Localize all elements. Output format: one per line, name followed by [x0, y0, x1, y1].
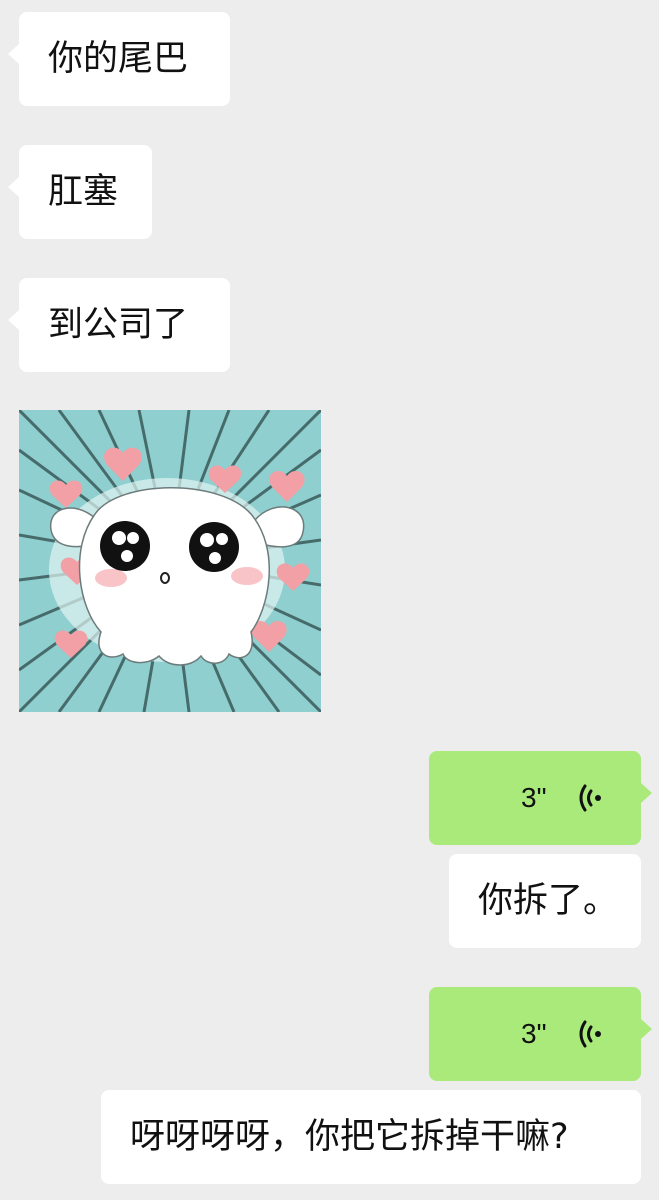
incoming-message-bubble[interactable]: 你的尾巴: [8, 12, 230, 106]
message-text: 到公司了: [48, 304, 189, 345]
cute-cat-sticker[interactable]: [19, 410, 321, 712]
message-text: 肛塞: [48, 171, 119, 212]
cat-sticker-image: [19, 410, 321, 712]
outgoing-message-bubble[interactable]: 呀呀呀呀，你把它拆掉干嘛?: [101, 1090, 641, 1184]
message-text: 你的尾巴: [48, 38, 189, 79]
voice-message-bubble[interactable]: 3": [429, 987, 652, 1081]
voice-message-bubble[interactable]: 3": [429, 751, 652, 845]
voice-wave-icon: [579, 784, 601, 812]
voice-wave-icon: [579, 1020, 601, 1048]
outgoing-message-bubble[interactable]: 你拆了。: [449, 854, 641, 948]
incoming-message-bubble[interactable]: 到公司了: [8, 278, 230, 372]
voice-duration: 3": [521, 1018, 547, 1049]
message-text: 你拆了。: [478, 880, 619, 921]
incoming-message-bubble[interactable]: 肛塞: [8, 145, 152, 239]
message-text: 呀呀呀呀，你把它拆掉干嘛?: [130, 1116, 569, 1157]
voice-duration: 3": [521, 782, 547, 813]
